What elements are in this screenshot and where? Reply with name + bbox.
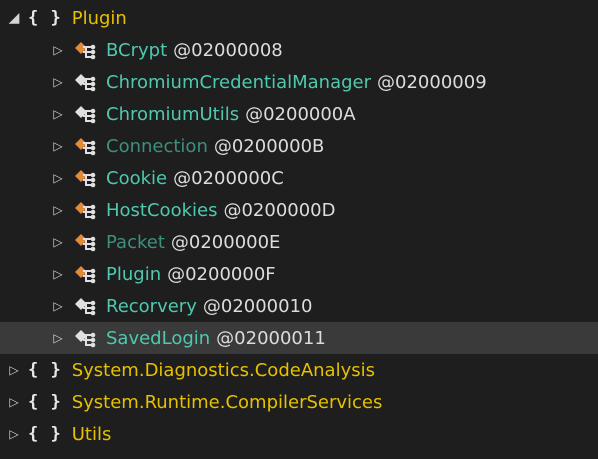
namespace-icon: { } <box>28 392 62 412</box>
collapsed-arrow-icon[interactable]: ▷ <box>6 427 22 441</box>
collapsed-arrow-icon[interactable]: ▷ <box>50 107 66 121</box>
collapsed-arrow-icon[interactable]: ▷ <box>50 203 66 217</box>
tree-node-class-bcrypt[interactable]: ▷ BCrypt @02000008 <box>0 34 598 66</box>
metadata-token: @02000008 <box>173 39 283 61</box>
namespace-label: System.Runtime.CompilerServices <box>71 391 383 413</box>
class-icon <box>75 266 96 284</box>
collapsed-arrow-icon[interactable]: ▷ <box>50 299 66 313</box>
class-name: ChromiumUtils <box>106 103 240 125</box>
tree-node-class-hostcookies[interactable]: ▷ HostCookies @0200000D <box>0 194 598 226</box>
collapsed-arrow-icon[interactable]: ▷ <box>6 363 22 377</box>
class-icon <box>75 298 96 316</box>
assembly-tree: ◢ { } Plugin ▷ BCrypt @02000008 ▷ Chromi… <box>0 0 598 459</box>
tree-node-class-chromiumcredentialmanager[interactable]: ▷ ChromiumCredentialManager @02000009 <box>0 66 598 98</box>
metadata-token: @0200000E <box>170 231 281 253</box>
tree-node-class-connection[interactable]: ▷ Connection @0200000B <box>0 130 598 162</box>
tree-node-namespace-system-runtime-compilerservices[interactable]: ▷ { } System.Runtime.CompilerServices <box>0 386 598 418</box>
tree-node-class-packet[interactable]: ▷ Packet @0200000E <box>0 226 598 258</box>
collapsed-arrow-icon[interactable]: ▷ <box>50 331 66 345</box>
metadata-token: @0200000A <box>245 103 356 125</box>
collapsed-arrow-icon[interactable]: ▷ <box>50 171 66 185</box>
collapsed-arrow-icon[interactable]: ▷ <box>50 267 66 281</box>
class-name: ChromiumCredentialManager <box>106 71 372 93</box>
class-name: SavedLogin <box>106 327 211 349</box>
class-icon <box>75 42 96 60</box>
tree-node-namespace-system-diagnostics-codeanalysis[interactable]: ▷ { } System.Diagnostics.CodeAnalysis <box>0 354 598 386</box>
class-name: HostCookies <box>106 199 218 221</box>
namespace-icon: { } <box>28 8 62 28</box>
class-icon <box>75 74 96 92</box>
class-icon <box>75 234 96 252</box>
collapsed-arrow-icon[interactable]: ▷ <box>50 235 66 249</box>
tree-node-class-savedlogin[interactable]: ▷ SavedLogin @02000011 <box>0 322 598 354</box>
metadata-token: @0200000D <box>223 199 336 221</box>
class-name: Cookie <box>106 167 168 189</box>
namespace-icon: { } <box>28 360 62 380</box>
class-name: Recorvery <box>106 295 197 317</box>
metadata-token: @0200000B <box>213 135 325 157</box>
tree-node-class-plugin[interactable]: ▷ Plugin @0200000F <box>0 258 598 290</box>
tree-node-namespace-plugin[interactable]: ◢ { } Plugin <box>0 2 598 34</box>
namespace-label: Plugin <box>71 7 127 29</box>
collapsed-arrow-icon[interactable]: ▷ <box>50 139 66 153</box>
namespace-label: Utils <box>71 423 112 445</box>
class-name: Packet <box>106 231 165 253</box>
metadata-token: @02000011 <box>216 327 326 349</box>
class-icon <box>75 202 96 220</box>
class-name: Connection <box>106 135 208 157</box>
metadata-token: @02000009 <box>377 71 487 93</box>
tree-node-class-cookie[interactable]: ▷ Cookie @0200000C <box>0 162 598 194</box>
collapsed-arrow-icon[interactable]: ▷ <box>6 395 22 409</box>
class-icon <box>75 170 96 188</box>
tree-node-class-chromiumutils[interactable]: ▷ ChromiumUtils @0200000A <box>0 98 598 130</box>
tree-node-namespace-utils[interactable]: ▷ { } Utils <box>0 418 598 450</box>
tree-node-class-recorvery[interactable]: ▷ Recorvery @02000010 <box>0 290 598 322</box>
expanded-arrow-icon[interactable]: ◢ <box>6 10 22 26</box>
class-name: BCrypt <box>106 39 168 61</box>
metadata-token: @0200000F <box>167 263 276 285</box>
class-name: Plugin <box>106 263 162 285</box>
collapsed-arrow-icon[interactable]: ▷ <box>50 43 66 57</box>
namespace-label: System.Diagnostics.CodeAnalysis <box>71 359 375 381</box>
class-icon <box>75 106 96 124</box>
namespace-icon: { } <box>28 424 62 444</box>
class-icon <box>75 138 96 156</box>
metadata-token: @02000010 <box>202 295 313 317</box>
metadata-token: @0200000C <box>173 167 284 189</box>
collapsed-arrow-icon[interactable]: ▷ <box>50 75 66 89</box>
class-icon <box>75 330 96 348</box>
